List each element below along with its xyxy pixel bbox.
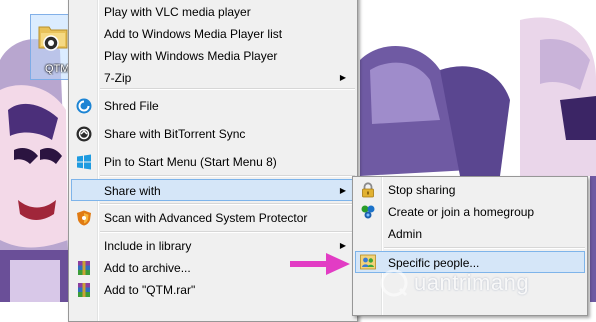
menu-item-label: Add to "QTM.rar" xyxy=(104,283,196,297)
homegroup-icon xyxy=(361,205,375,219)
submenu-arrow-icon: ▶ xyxy=(339,186,346,195)
windows-logo-icon xyxy=(77,154,91,170)
menu-item-7zip[interactable]: 7-Zip ▶ xyxy=(71,67,355,89)
menu-item-stop-sharing[interactable]: Stop sharing xyxy=(355,179,585,201)
menu-item-label: Create or join a homegroup xyxy=(388,205,535,219)
menu-item-label: Admin xyxy=(388,227,423,241)
pointer-arrow-icon xyxy=(290,253,350,275)
menu-item-create-homegroup[interactable]: Create or join a homegroup xyxy=(355,201,585,223)
menu-item-shred-file[interactable]: Shred File xyxy=(71,95,355,117)
menu-item-label: Add to archive... xyxy=(104,261,191,275)
menu-item-label: Shred File xyxy=(104,99,159,113)
menu-item-label: Stop sharing xyxy=(388,183,456,197)
menu-separator xyxy=(100,175,355,177)
menu-item-label: Share with xyxy=(104,184,161,198)
menu-item-play-vlc[interactable]: Play with VLC media player xyxy=(71,1,355,23)
menu-item-share-bittorrent-sync[interactable]: Share with BitTorrent Sync xyxy=(71,123,355,145)
menu-item-label: Play with Windows Media Player xyxy=(104,49,278,63)
submenu-arrow-icon: ▶ xyxy=(339,73,346,82)
menu-separator xyxy=(384,247,585,249)
shield-icon xyxy=(77,210,91,226)
menu-item-add-wmp-list[interactable]: Add to Windows Media Player list xyxy=(71,23,355,45)
watermark: uantrimang xyxy=(380,268,529,298)
menu-item-label: Share with BitTorrent Sync xyxy=(104,127,246,141)
menu-separator xyxy=(100,231,355,233)
menu-item-admin[interactable]: Admin xyxy=(355,223,585,245)
watermark-logo-icon xyxy=(380,269,408,297)
folder-icon xyxy=(38,26,68,51)
menu-item-label: Include in library xyxy=(104,239,192,253)
menu-item-pin-start-menu[interactable]: Pin to Start Menu (Start Menu 8) xyxy=(71,151,355,173)
menu-item-label: Play with VLC media player xyxy=(104,5,251,19)
menu-separator xyxy=(100,203,355,205)
bittorrent-sync-icon xyxy=(76,126,92,142)
menu-item-label: Scan with Advanced System Protector xyxy=(104,211,308,225)
watermark-text: uantrimang xyxy=(414,270,530,295)
lock-icon xyxy=(362,182,374,198)
winrar-icon xyxy=(78,283,90,297)
shred-icon xyxy=(76,98,92,114)
people-icon xyxy=(360,254,376,270)
menu-item-label: Pin to Start Menu (Start Menu 8) xyxy=(104,155,277,169)
menu-item-add-to-qtm-rar[interactable]: Add to "QTM.rar" xyxy=(71,279,355,301)
menu-item-scan-asp[interactable]: Scan with Advanced System Protector xyxy=(71,207,355,229)
menu-item-play-wmp[interactable]: Play with Windows Media Player xyxy=(71,45,355,67)
menu-separator xyxy=(100,88,355,90)
menu-item-label: 7-Zip xyxy=(104,71,132,85)
winrar-icon xyxy=(78,261,90,275)
menu-item-share-with[interactable]: Share with ▶ xyxy=(71,179,355,201)
menu-item-label: Add to Windows Media Player list xyxy=(104,27,283,41)
